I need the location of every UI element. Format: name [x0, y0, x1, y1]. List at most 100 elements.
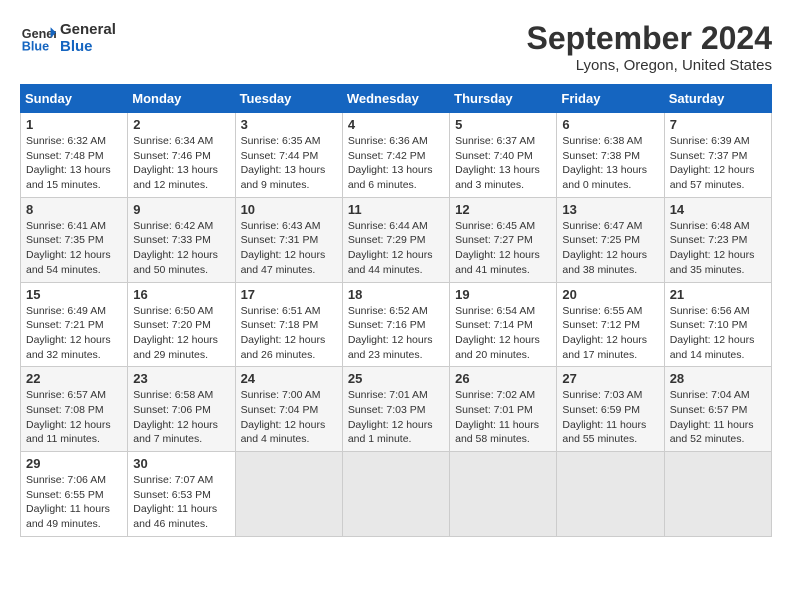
logo-line1: General	[60, 21, 116, 38]
calendar-cell: 20 Sunrise: 6:55 AMSunset: 7:12 PMDayligh…	[557, 282, 664, 367]
day-info: Sunrise: 6:48 AMSunset: 7:23 PMDaylight:…	[670, 219, 766, 278]
day-number: 5	[455, 117, 551, 132]
day-number: 15	[26, 287, 122, 302]
calendar-cell: 29Sunrise: 7:06 AMSunset: 6:55 PMDayligh…	[21, 452, 128, 537]
day-of-week-header: Monday	[128, 85, 235, 113]
day-number: 2	[133, 117, 229, 132]
day-info: Sunrise: 6:34 AMSunset: 7:46 PMDaylight:…	[133, 134, 229, 193]
calendar-cell	[557, 452, 664, 537]
calendar-week-row: 8 Sunrise: 6:41 AMSunset: 7:35 PMDaylight…	[21, 197, 772, 282]
day-number: 3	[241, 117, 337, 132]
calendar-week-row: 22Sunrise: 6:57 AMSunset: 7:08 PMDayligh…	[21, 367, 772, 452]
day-info: Sunrise: 6:54 AMSunset: 7:14 PMDaylight:…	[455, 304, 551, 363]
day-info: Sunrise: 6:43 AMSunset: 7:31 PMDaylight:…	[241, 219, 337, 278]
calendar-cell: 18 Sunrise: 6:52 AMSunset: 7:16 PMDayligh…	[342, 282, 449, 367]
day-info: Sunrise: 7:03 AMSunset: 6:59 PMDaylight:…	[562, 388, 658, 447]
calendar-cell: 16 Sunrise: 6:50 AMSunset: 7:20 PMDayligh…	[128, 282, 235, 367]
day-info: Sunrise: 6:50 AMSunset: 7:20 PMDaylight:…	[133, 304, 229, 363]
day-number: 10	[241, 202, 337, 217]
day-info: Sunrise: 6:45 AMSunset: 7:27 PMDaylight:…	[455, 219, 551, 278]
day-info: Sunrise: 6:41 AMSunset: 7:35 PMDaylight:…	[26, 219, 122, 278]
day-number: 17	[241, 287, 337, 302]
day-number: 11	[348, 202, 444, 217]
day-info: Sunrise: 6:32 AMSunset: 7:48 PMDaylight:…	[26, 134, 122, 193]
day-info: Sunrise: 6:38 AMSunset: 7:38 PMDaylight:…	[562, 134, 658, 193]
day-number: 30	[133, 456, 229, 471]
calendar-cell: 3 Sunrise: 6:35 AMSunset: 7:44 PMDaylight…	[235, 113, 342, 198]
day-number: 29	[26, 456, 122, 471]
day-number: 12	[455, 202, 551, 217]
day-info: Sunrise: 7:00 AMSunset: 7:04 PMDaylight:…	[241, 388, 337, 447]
day-info: Sunrise: 6:36 AMSunset: 7:42 PMDaylight:…	[348, 134, 444, 193]
calendar-header-row: SundayMondayTuesdayWednesdayThursdayFrid…	[21, 85, 772, 113]
day-number: 23	[133, 371, 229, 386]
title-block: September 2024 Lyons, Oregon, United Sta…	[527, 20, 772, 74]
calendar-cell: 10 Sunrise: 6:43 AMSunset: 7:31 PMDayligh…	[235, 197, 342, 282]
calendar-cell: 15Sunrise: 6:49 AMSunset: 7:21 PMDayligh…	[21, 282, 128, 367]
day-of-week-header: Thursday	[450, 85, 557, 113]
page-subtitle: Lyons, Oregon, United States	[527, 57, 772, 74]
day-number: 16	[133, 287, 229, 302]
day-info: Sunrise: 6:55 AMSunset: 7:12 PMDaylight:…	[562, 304, 658, 363]
calendar-cell: 21Sunrise: 6:56 AMSunset: 7:10 PMDayligh…	[664, 282, 771, 367]
day-number: 13	[562, 202, 658, 217]
day-info: Sunrise: 6:42 AMSunset: 7:33 PMDaylight:…	[133, 219, 229, 278]
calendar-cell: 19 Sunrise: 6:54 AMSunset: 7:14 PMDayligh…	[450, 282, 557, 367]
calendar-cell: 28Sunrise: 7:04 AMSunset: 6:57 PMDayligh…	[664, 367, 771, 452]
calendar-cell: 13Sunrise: 6:47 AMSunset: 7:25 PMDayligh…	[557, 197, 664, 282]
logo: General Blue General Blue	[20, 20, 116, 56]
svg-text:Blue: Blue	[22, 40, 49, 54]
day-info: Sunrise: 6:35 AMSunset: 7:44 PMDaylight:…	[241, 134, 337, 193]
day-number: 26	[455, 371, 551, 386]
calendar-cell: 11 Sunrise: 6:44 AMSunset: 7:29 PMDayligh…	[342, 197, 449, 282]
page-header: General Blue General Blue September 2024…	[20, 20, 772, 74]
day-info: Sunrise: 6:37 AMSunset: 7:40 PMDaylight:…	[455, 134, 551, 193]
page-title: September 2024	[527, 20, 772, 57]
day-number: 6	[562, 117, 658, 132]
day-of-week-header: Wednesday	[342, 85, 449, 113]
day-number: 20	[562, 287, 658, 302]
day-number: 9	[133, 202, 229, 217]
calendar-cell	[235, 452, 342, 537]
calendar-cell: 5 Sunrise: 6:37 AMSunset: 7:40 PMDaylight…	[450, 113, 557, 198]
calendar-cell: 9 Sunrise: 6:42 AMSunset: 7:33 PMDaylight…	[128, 197, 235, 282]
calendar-cell: 26 Sunrise: 7:02 AMSunset: 7:01 PMDayligh…	[450, 367, 557, 452]
day-info: Sunrise: 7:07 AMSunset: 6:53 PMDaylight:…	[133, 473, 229, 532]
calendar-cell: 27Sunrise: 7:03 AMSunset: 6:59 PMDayligh…	[557, 367, 664, 452]
calendar-week-row: 15Sunrise: 6:49 AMSunset: 7:21 PMDayligh…	[21, 282, 772, 367]
day-info: Sunrise: 6:44 AMSunset: 7:29 PMDaylight:…	[348, 219, 444, 278]
day-info: Sunrise: 6:57 AMSunset: 7:08 PMDaylight:…	[26, 388, 122, 447]
calendar-cell	[450, 452, 557, 537]
day-number: 7	[670, 117, 766, 132]
calendar-cell: 17 Sunrise: 6:51 AMSunset: 7:18 PMDayligh…	[235, 282, 342, 367]
day-number: 18	[348, 287, 444, 302]
day-number: 1	[26, 117, 122, 132]
calendar-cell	[664, 452, 771, 537]
calendar-cell: 25Sunrise: 7:01 AMSunset: 7:03 PMDayligh…	[342, 367, 449, 452]
day-of-week-header: Sunday	[21, 85, 128, 113]
calendar-cell: 23 Sunrise: 6:58 AMSunset: 7:06 PMDayligh…	[128, 367, 235, 452]
day-number: 14	[670, 202, 766, 217]
logo-line2: Blue	[60, 38, 116, 55]
day-info: Sunrise: 6:52 AMSunset: 7:16 PMDaylight:…	[348, 304, 444, 363]
day-number: 8	[26, 202, 122, 217]
day-info: Sunrise: 7:01 AMSunset: 7:03 PMDaylight:…	[348, 388, 444, 447]
calendar-cell	[342, 452, 449, 537]
day-info: Sunrise: 6:58 AMSunset: 7:06 PMDaylight:…	[133, 388, 229, 447]
calendar-cell: 2 Sunrise: 6:34 AMSunset: 7:46 PMDaylight…	[128, 113, 235, 198]
day-of-week-header: Saturday	[664, 85, 771, 113]
day-number: 4	[348, 117, 444, 132]
calendar-cell: 14 Sunrise: 6:48 AMSunset: 7:23 PMDayligh…	[664, 197, 771, 282]
day-number: 21	[670, 287, 766, 302]
calendar-cell: 22Sunrise: 6:57 AMSunset: 7:08 PMDayligh…	[21, 367, 128, 452]
day-of-week-header: Tuesday	[235, 85, 342, 113]
day-info: Sunrise: 6:51 AMSunset: 7:18 PMDaylight:…	[241, 304, 337, 363]
calendar-cell: 6 Sunrise: 6:38 AMSunset: 7:38 PMDaylight…	[557, 113, 664, 198]
day-info: Sunrise: 6:39 AMSunset: 7:37 PMDaylight:…	[670, 134, 766, 193]
calendar-cell: 7 Sunrise: 6:39 AMSunset: 7:37 PMDaylight…	[664, 113, 771, 198]
day-info: Sunrise: 7:02 AMSunset: 7:01 PMDaylight:…	[455, 388, 551, 447]
day-info: Sunrise: 7:04 AMSunset: 6:57 PMDaylight:…	[670, 388, 766, 447]
calendar-cell: 8 Sunrise: 6:41 AMSunset: 7:35 PMDaylight…	[21, 197, 128, 282]
day-number: 19	[455, 287, 551, 302]
calendar-table: SundayMondayTuesdayWednesdayThursdayFrid…	[20, 84, 772, 537]
